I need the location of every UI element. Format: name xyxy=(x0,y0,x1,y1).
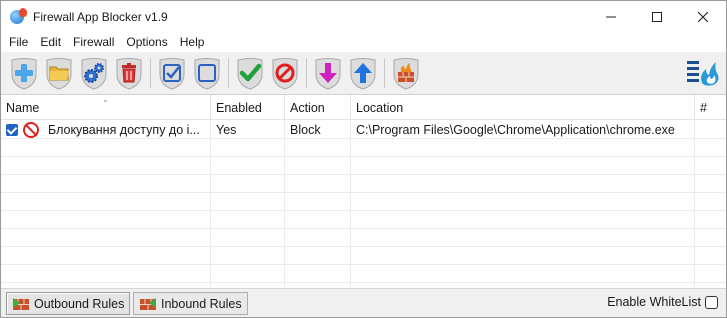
delete-icon xyxy=(116,57,141,90)
column-header-name[interactable]: Name ⌄ xyxy=(1,95,211,120)
column-enabled-label: Enabled xyxy=(216,101,262,115)
maximize-button[interactable] xyxy=(634,1,680,32)
column-location-label: Location xyxy=(356,101,404,115)
disable-button[interactable] xyxy=(269,56,300,91)
open-button[interactable] xyxy=(43,56,74,91)
list-grid xyxy=(1,120,726,288)
column-action-label: Action xyxy=(290,101,325,115)
inbound-wall-icon xyxy=(140,297,156,310)
toolbar-separator xyxy=(150,58,151,88)
main-menu-button[interactable] xyxy=(686,57,720,89)
menu-flame-icon xyxy=(687,61,719,86)
toolbar xyxy=(1,52,726,94)
rule-name-cell: Блокування доступу до і... xyxy=(48,123,200,137)
rules-list[interactable]: Name ⌄ Enabled Action Location # Блокува… xyxy=(1,94,726,288)
toolbar-separator xyxy=(228,58,229,88)
rule-num-cell xyxy=(695,121,726,139)
add-button[interactable] xyxy=(8,56,39,91)
column-header-action[interactable]: Action xyxy=(285,95,351,120)
menu-help[interactable]: Help xyxy=(174,32,211,52)
column-header-location[interactable]: Location xyxy=(351,95,695,120)
toolbar-separator xyxy=(384,58,385,88)
check-all-icon xyxy=(159,57,184,90)
status-bar: Outbound Rules Inbound Rules Enable Whit… xyxy=(1,288,726,317)
whitelist-toggle[interactable]: Enable WhiteList xyxy=(607,295,718,309)
menu-file[interactable]: File xyxy=(3,32,34,52)
uncheck-all-icon xyxy=(194,57,219,90)
firewall-button[interactable] xyxy=(390,56,421,91)
tab-inbound-rules[interactable]: Inbound Rules xyxy=(133,292,248,315)
maximize-icon xyxy=(652,11,662,22)
column-header-num[interactable]: # xyxy=(695,95,726,120)
disable-icon xyxy=(272,57,297,90)
uncheck-all-button[interactable] xyxy=(191,56,222,91)
rule-enabled-cell: Yes xyxy=(216,123,237,137)
firewall-icon xyxy=(393,57,418,90)
rule-location-cell: C:\Program Files\Google\Chrome\Applicati… xyxy=(356,123,675,137)
settings-button[interactable] xyxy=(78,56,109,91)
table-row[interactable]: Блокування доступу до і... Yes Block C:\… xyxy=(1,121,726,139)
move-up-icon xyxy=(350,57,375,90)
move-up-button[interactable] xyxy=(347,56,378,91)
rule-checkbox[interactable] xyxy=(6,124,18,136)
column-num-label: # xyxy=(700,101,707,115)
menu-bar: File Edit Firewall Options Help xyxy=(1,32,726,52)
add-icon xyxy=(11,57,36,90)
window-title: Firewall App Blocker v1.9 xyxy=(33,9,168,24)
menu-edit[interactable]: Edit xyxy=(34,32,67,52)
whitelist-checkbox[interactable] xyxy=(705,295,718,309)
block-icon xyxy=(23,122,39,138)
app-window: Firewall App Blocker v1.9 File Edit Fire… xyxy=(0,0,727,318)
menu-options[interactable]: Options xyxy=(120,32,173,52)
whitelist-label: Enable WhiteList xyxy=(607,295,701,309)
check-all-button[interactable] xyxy=(156,56,187,91)
close-icon xyxy=(698,11,708,22)
title-bar[interactable]: Firewall App Blocker v1.9 xyxy=(1,1,726,32)
tab-outbound-rules[interactable]: Outbound Rules xyxy=(6,292,131,315)
move-down-button[interactable] xyxy=(312,56,343,91)
minimize-button[interactable] xyxy=(588,1,634,32)
enable-button[interactable] xyxy=(234,56,265,91)
minimize-icon xyxy=(606,16,616,17)
move-down-icon xyxy=(315,57,340,90)
open-folder-icon xyxy=(46,57,71,90)
enable-icon xyxy=(237,57,262,90)
delete-button[interactable] xyxy=(113,56,144,91)
close-button[interactable] xyxy=(680,1,726,32)
toolbar-separator xyxy=(306,58,307,88)
sort-arrow-icon: ⌄ xyxy=(102,95,109,104)
tab-outbound-label: Outbound Rules xyxy=(34,296,125,311)
column-name-label: Name xyxy=(6,101,40,115)
app-logo-icon xyxy=(10,7,27,25)
outbound-wall-icon xyxy=(13,297,29,310)
column-header-enabled[interactable]: Enabled xyxy=(211,95,285,120)
tab-inbound-label: Inbound Rules xyxy=(161,296,242,311)
rule-action-cell: Block xyxy=(290,123,321,137)
menu-firewall[interactable]: Firewall xyxy=(67,32,120,52)
settings-gears-icon xyxy=(81,57,106,90)
list-header: Name ⌄ Enabled Action Location # xyxy=(1,95,726,120)
